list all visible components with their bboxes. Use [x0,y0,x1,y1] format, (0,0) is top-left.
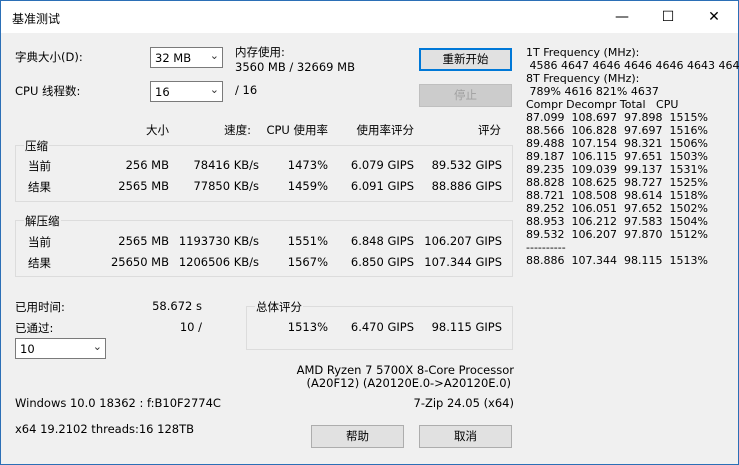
os-info: Windows 10.0 18362 : f:B10F2774C [15,396,221,410]
chevron-down-icon: ⌄ [209,83,219,96]
header-cpu-usage: CPU 使用率 [266,123,328,137]
log-line: 89.187 106.115 97.651 1503% [526,150,708,163]
compress-current-size: 256 MB [125,158,169,172]
compress-current-usage: 1473% [287,158,328,172]
compress-result-label: 结果 [28,180,51,194]
help-button[interactable]: 帮助 [311,425,404,448]
decompress-result-label: 结果 [28,256,51,270]
maximize-icon[interactable]: ☐ [645,1,691,33]
total-rating: 98.115 GIPS [431,320,502,334]
elapsed-time-value: 58.672 s [152,299,202,313]
dict-size-select[interactable]: 32 MB ⌄ [150,47,223,68]
compress-current-speed: 78416 KB/s [193,158,259,172]
decompress-label: 解压缩 [24,213,61,229]
decompress-current-size: 2565 MB [118,234,169,248]
passed-value: 10 / [179,320,202,334]
decompress-current-speed: 1193730 KB/s [178,234,259,248]
log-line: 789% 4616 821% 4637 [526,85,659,98]
decompress-result-usage: 1567% [287,255,328,269]
compress-label: 压缩 [24,138,49,154]
decompress-current-rpu: 6.848 GIPS [350,234,414,248]
compress-result-rating: 88.886 GIPS [431,179,502,193]
dict-size-value: 32 MB [155,51,192,65]
compress-result-rpu: 6.091 GIPS [350,179,414,193]
compress-result-speed: 77850 KB/s [193,179,259,193]
header-size: 大小 [146,123,169,137]
close-icon[interactable]: ✕ [691,1,737,33]
decompress-result-speed: 1206506 KB/s [178,255,259,269]
minimize-icon[interactable]: — [599,1,645,33]
decompress-result-size: 25650 MB [110,255,169,269]
log-line: ---------- [526,241,566,254]
arch-info: x64 19.2102 threads:16 128TB [15,422,195,436]
app-version: 7-Zip 24.05 (x64) [413,396,515,410]
dict-size-label: 字典大小(D): [15,50,83,64]
total-rating-label: 总体评分 [255,299,303,315]
log-line: Compr Decompr Total CPU [526,98,679,111]
benchmark-window: 基准测试 — ☐ ✕ 字典大小(D): 32 MB ⌄ CPU 线程数: 16 … [0,0,739,465]
chevron-down-icon: ⌄ [209,49,219,62]
log-line: 89.488 107.154 98.321 1506% [526,137,708,150]
log-line: 88.566 106.828 97.697 1516% [526,124,708,137]
memory-usage-value: 3560 MB / 32669 MB [235,60,355,74]
benchmark-log: 1T Frequency (MHz): 4586 4647 4646 4646 … [526,46,739,267]
compress-group [15,145,513,202]
passes-select[interactable]: 10 ⌄ [15,338,106,359]
memory-usage-label: 内存使用: [235,45,285,59]
header-rating-per-usage: 使用率评分 [356,123,415,137]
log-line: 88.953 106.212 97.583 1504% [526,215,708,228]
log-line: 88.721 108.508 98.614 1518% [526,189,708,202]
threads-total: / 16 [235,83,258,97]
compress-result-usage: 1459% [287,179,328,193]
log-line: 88.828 108.625 98.727 1525% [526,176,708,189]
elapsed-time-label: 已用时间: [15,300,65,314]
compress-current-label: 当前 [28,159,51,173]
log-line: 89.235 109.039 99.137 1531% [526,163,708,176]
compress-current-rpu: 6.079 GIPS [350,158,414,172]
chevron-down-icon: ⌄ [92,340,102,353]
restart-button[interactable]: 重新开始 [419,48,512,71]
header-speed: 速度: [224,123,251,137]
cpu-name: AMD Ryzen 7 5700X 8-Core Processor [296,363,514,377]
decompress-current-label: 当前 [28,235,51,249]
log-line: 4586 4647 4646 4646 4646 4643 4646 [526,59,739,72]
decompress-current-usage: 1551% [287,234,328,248]
log-line: 87.099 108.697 97.898 1515% [526,111,708,124]
decompress-current-rating: 106.207 GIPS [424,234,502,248]
log-line: 8T Frequency (MHz): [526,72,640,85]
compress-current-rating: 89.532 GIPS [431,158,502,172]
threads-select[interactable]: 16 ⌄ [150,81,223,102]
cancel-button[interactable]: 取消 [419,425,512,448]
threads-value: 16 [155,85,170,99]
log-line: 1T Frequency (MHz): [526,46,640,59]
log-line: 88.886 107.344 98.115 1513% [526,254,708,267]
total-usage: 1513% [287,320,328,334]
decompress-result-rpu: 6.850 GIPS [350,255,414,269]
passed-label: 已通过: [15,321,54,335]
cpu-id: (A20F12) (A20120E.0->A20120E.0) [306,376,511,390]
log-line: 89.532 106.207 97.870 1512% [526,228,708,241]
total-rpu: 6.470 GIPS [350,320,414,334]
passes-value: 10 [20,342,35,356]
stop-button[interactable]: 停止 [419,84,512,107]
threads-label: CPU 线程数: [15,84,81,98]
decompress-result-rating: 107.344 GIPS [424,255,502,269]
log-line: 89.252 106.051 97.652 1502% [526,202,708,215]
header-rating: 评分 [478,123,501,137]
window-title: 基准测试 [12,12,61,26]
title-bar[interactable]: 基准测试 — ☐ ✕ [1,1,738,33]
compress-result-size: 2565 MB [118,179,169,193]
